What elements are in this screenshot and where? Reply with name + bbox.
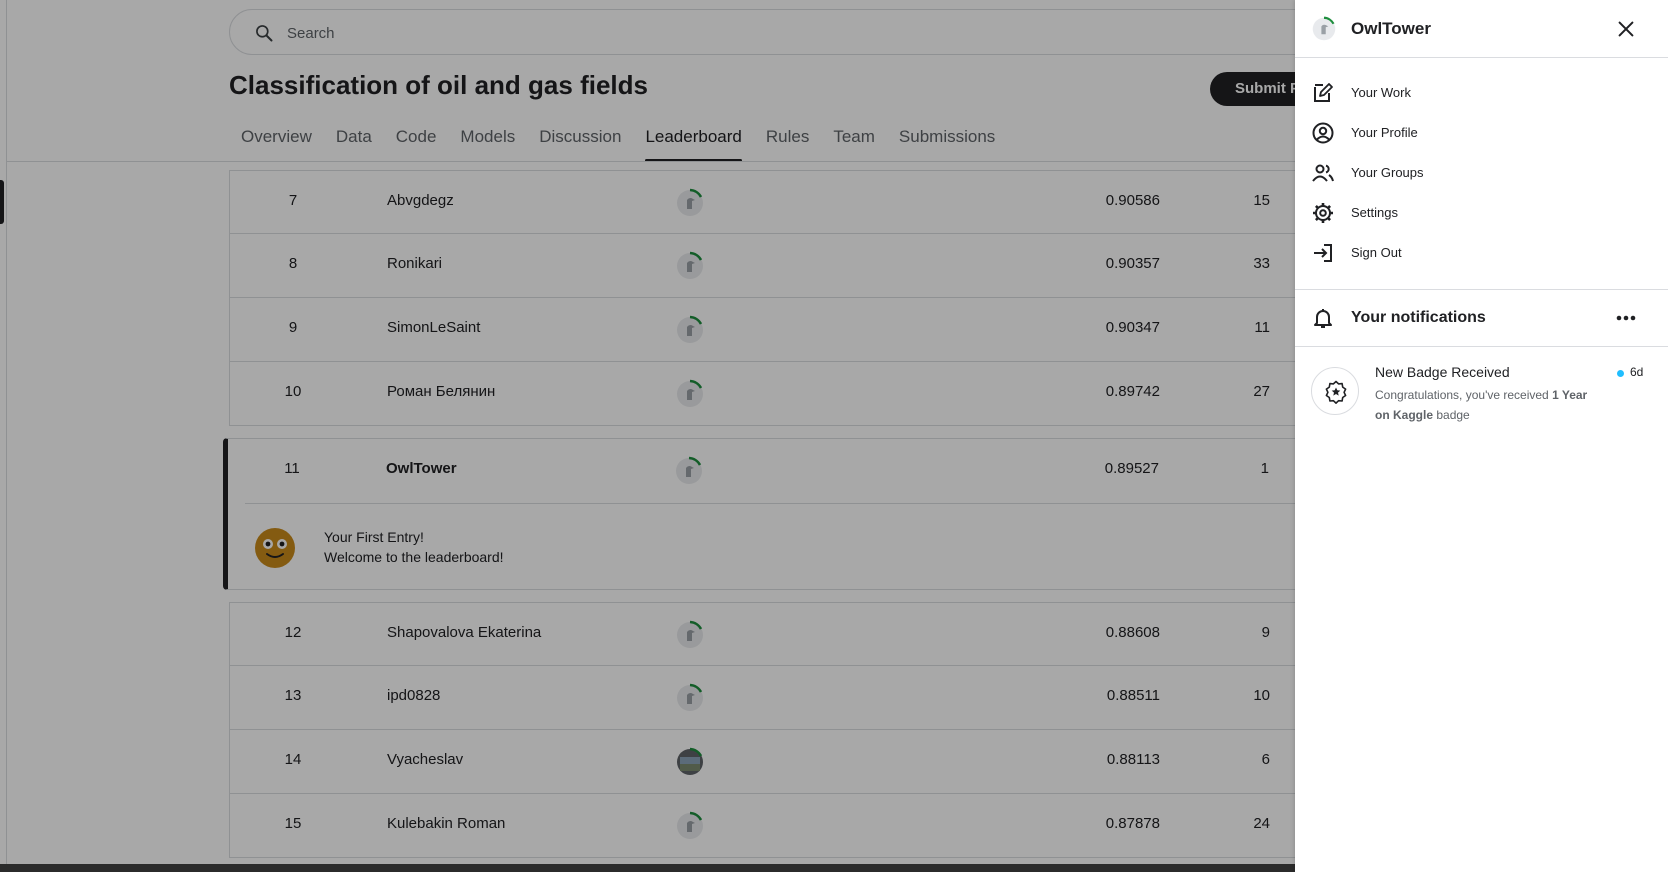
user-menu: Your Work Your Profile Your Groups Setti… bbox=[1295, 73, 1668, 273]
menu-item-label: Your Groups bbox=[1351, 165, 1424, 180]
more-options-icon[interactable] bbox=[1613, 306, 1639, 330]
panel-username: OwlTower bbox=[1351, 19, 1431, 38]
notification-body-suffix: badge bbox=[1433, 408, 1470, 422]
panel-header: OwlTower bbox=[1295, 0, 1668, 58]
menu-item-label: Your Work bbox=[1351, 85, 1411, 100]
bell-icon bbox=[1314, 309, 1332, 328]
menu-item-your-groups[interactable]: Your Groups bbox=[1295, 153, 1668, 193]
notification-title: New Badge Received bbox=[1375, 364, 1510, 380]
notifications-title: Your notifications bbox=[1351, 309, 1486, 326]
notification-body-prefix: Congratulations, you've received bbox=[1375, 388, 1553, 402]
menu-item-label: Settings bbox=[1351, 205, 1398, 220]
close-icon[interactable] bbox=[1615, 18, 1637, 40]
menu-item-settings[interactable]: Settings bbox=[1295, 193, 1668, 233]
menu-item-your-work[interactable]: Your Work bbox=[1295, 73, 1668, 113]
edit-icon bbox=[1314, 83, 1333, 102]
modal-backdrop[interactable] bbox=[0, 0, 1295, 872]
settings-icon bbox=[1313, 203, 1333, 223]
groups-icon bbox=[1312, 164, 1334, 182]
user-side-panel: OwlTower Your Work Your Profile Your Gro… bbox=[1295, 0, 1668, 872]
notification-age: 6d bbox=[1630, 365, 1644, 379]
notifications-header: Your notifications bbox=[1295, 290, 1668, 347]
profile-icon bbox=[1312, 122, 1334, 144]
menu-item-label: Your Profile bbox=[1351, 125, 1418, 140]
unread-dot bbox=[1617, 370, 1624, 377]
bottom-bar bbox=[0, 864, 1295, 872]
menu-item-sign-out[interactable]: Sign Out bbox=[1295, 233, 1668, 273]
notification-body: Congratulations, you've received 1 Year … bbox=[1375, 385, 1595, 425]
notification-item[interactable]: New Badge Received 6d Congratulations, y… bbox=[1295, 355, 1668, 435]
user-avatar bbox=[1312, 16, 1336, 41]
badge-avatar bbox=[1311, 367, 1359, 415]
menu-item-label: Sign Out bbox=[1351, 245, 1402, 260]
sign-out-icon bbox=[1314, 244, 1332, 262]
menu-item-your-profile[interactable]: Your Profile bbox=[1295, 113, 1668, 153]
badge-star-icon bbox=[1325, 380, 1347, 404]
